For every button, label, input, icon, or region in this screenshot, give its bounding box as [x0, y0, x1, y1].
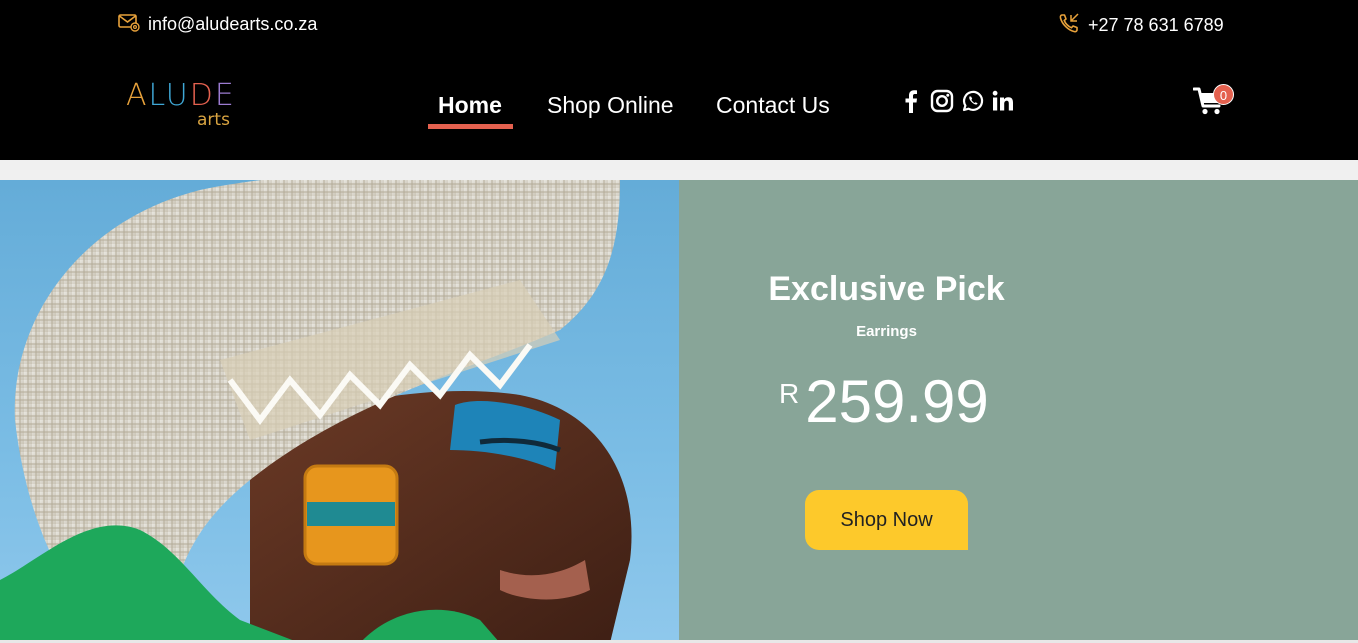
phone-icon: [1058, 12, 1080, 39]
logo-subtitle: arts: [197, 110, 230, 130]
promo-subtitle: Earrings: [856, 323, 917, 340]
active-nav-indicator: [428, 124, 513, 129]
logo-wordmark: ALUDE: [126, 80, 236, 112]
logo-letter: L: [148, 78, 166, 113]
email-icon: [118, 12, 140, 37]
logo-letter: E: [214, 78, 236, 113]
whatsapp-icon[interactable]: [960, 88, 986, 114]
logo-letter: A: [126, 78, 149, 113]
facebook-icon[interactable]: [898, 88, 924, 114]
promo-title: Exclusive Pick: [768, 270, 1005, 308]
email-text[interactable]: info@aludearts.co.za: [148, 14, 317, 35]
linkedin-icon[interactable]: [990, 88, 1016, 114]
nav-item-contact-us[interactable]: Contact Us: [716, 88, 830, 122]
cart-count-badge: 0: [1213, 84, 1234, 105]
hero-image: [0, 180, 679, 643]
topbar-email[interactable]: info@aludearts.co.za: [118, 12, 317, 37]
nav-item-shop-online[interactable]: Shop Online: [547, 88, 674, 122]
promo-price: R 259.99: [779, 368, 989, 436]
phone-text[interactable]: +27 78 631 6789: [1088, 15, 1224, 36]
price-currency: R: [779, 378, 800, 409]
logo-letter: U: [165, 78, 190, 113]
logo-letter: D: [189, 78, 215, 113]
shop-now-button[interactable]: Shop Now: [805, 490, 968, 550]
nav-item-home[interactable]: Home: [438, 88, 502, 122]
cart-icon: [1192, 87, 1225, 120]
site-header: info@aludearts.co.za +27 78 631 6789 ALU…: [0, 0, 1358, 160]
price-value: 259.99: [805, 368, 989, 435]
topbar-phone[interactable]: +27 78 631 6789: [1058, 12, 1224, 39]
alude-arts-logo[interactable]: ALUDE arts: [126, 80, 236, 132]
instagram-icon[interactable]: [929, 88, 955, 114]
